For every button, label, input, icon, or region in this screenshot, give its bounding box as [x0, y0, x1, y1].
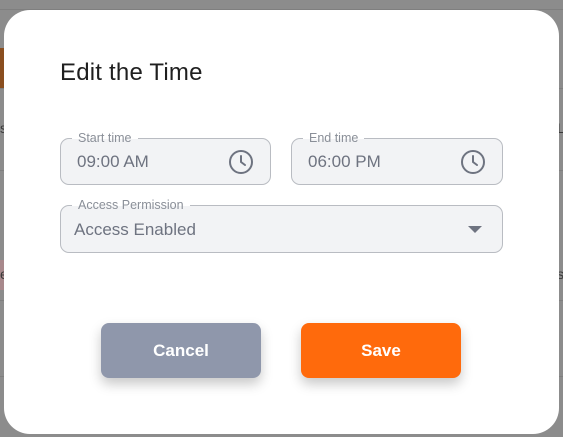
start-time-value[interactable]: 09:00 AM	[77, 151, 149, 173]
start-time-field[interactable]: Start time 09:00 AM	[60, 130, 271, 185]
end-time-label: End time	[303, 130, 365, 146]
access-permission-label: Access Permission	[72, 197, 190, 213]
end-time-field[interactable]: End time 06:00 PM	[291, 130, 503, 185]
clock-icon[interactable]	[460, 149, 486, 175]
caret-down-icon[interactable]	[468, 226, 482, 233]
save-button[interactable]: Save	[301, 323, 461, 378]
cancel-button[interactable]: Cancel	[101, 323, 261, 378]
edit-time-dialog: Edit the Time Start time 09:00 AM End ti…	[4, 10, 559, 434]
access-permission-select[interactable]: Access Permission Access Enabled	[60, 197, 503, 253]
clock-icon[interactable]	[228, 149, 254, 175]
access-permission-value[interactable]: Access Enabled	[74, 219, 196, 241]
end-time-value[interactable]: 06:00 PM	[308, 151, 381, 173]
dialog-title: Edit the Time	[60, 59, 203, 86]
start-time-label: Start time	[72, 130, 138, 146]
